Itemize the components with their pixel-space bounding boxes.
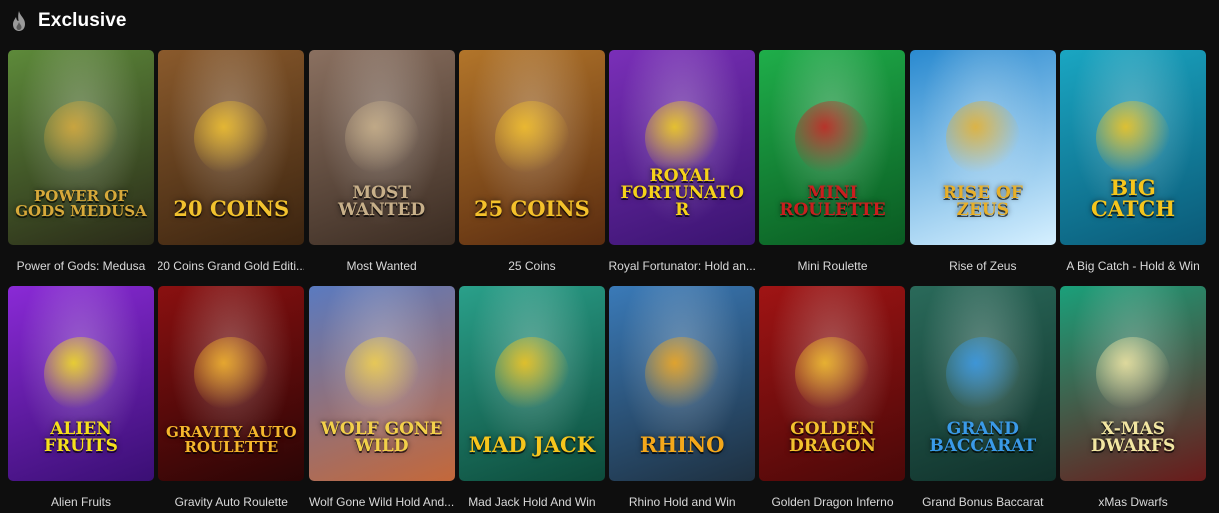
game-thumbnail[interactable]: POWER OF GODS MEDUSA (8, 50, 154, 245)
game-thumbnail[interactable]: GRAVITY AUTO ROULETTE (158, 286, 305, 481)
game-logo: ROYAL FORTUNATOR (620, 166, 744, 220)
game-title[interactable]: Gravity Auto Roulette (158, 481, 304, 513)
game-thumbnail[interactable]: 25 COINS (458, 50, 605, 245)
section-title: Exclusive (38, 10, 127, 31)
game-artwork (1096, 100, 1171, 175)
game-title[interactable]: xMas Dwarfs (1060, 481, 1206, 513)
game-artwork (44, 336, 118, 411)
game-thumbnail[interactable]: GOLDEN DRAGON (759, 286, 906, 481)
game-card[interactable]: GRAVITY AUTO ROULETTE Gravity Auto Roulet… (158, 286, 305, 513)
flame-icon (10, 10, 28, 32)
game-artwork (194, 100, 269, 175)
game-thumbnail[interactable]: RHINO (609, 286, 756, 481)
game-card[interactable]: MINI ROULETTE Mini Roulette (759, 50, 906, 286)
game-title[interactable]: 25 Coins (459, 245, 605, 286)
game-title[interactable]: Royal Fortunator: Hold an... (609, 245, 755, 286)
section-header: Exclusive (10, 8, 127, 34)
game-artwork (645, 336, 720, 411)
game-artwork (645, 100, 720, 175)
game-title[interactable]: Most Wanted (309, 245, 455, 286)
game-card[interactable]: ROYAL FORTUNATOR Royal Fortunator: Hold a… (609, 50, 756, 286)
game-title[interactable]: Golden Dragon Inferno (759, 481, 905, 513)
game-title[interactable]: Alien Fruits (8, 481, 154, 513)
game-card[interactable]: BIG CATCH A Big Catch - Hold & Win (1060, 50, 1207, 286)
game-card[interactable]: RHINO Rhino Hold and Win (609, 286, 756, 513)
game-card[interactable]: POWER OF GODS MEDUSA Power of Gods: Medus… (8, 50, 154, 286)
game-artwork (795, 336, 870, 411)
game-thumbnail[interactable]: 20 COINS (158, 50, 305, 245)
game-logo: RHINO (639, 432, 725, 457)
game-artwork (945, 336, 1020, 411)
game-thumbnail[interactable]: X-MAS DWARFS (1060, 286, 1207, 481)
game-logo: GOLDEN DRAGON (789, 419, 876, 456)
game-title[interactable]: Rise of Zeus (910, 245, 1056, 286)
game-title[interactable]: Mad Jack Hold And Win (459, 481, 605, 513)
game-logo: RISE OF ZEUS (942, 183, 1023, 220)
game-logo: MAD JACK (468, 432, 596, 457)
game-thumbnail[interactable]: GRAND BACCARAT (909, 286, 1056, 481)
game-title[interactable]: Rhino Hold and Win (609, 481, 755, 513)
exclusive-section: Exclusive POWER OF GODS MEDUSA Power of G… (0, 0, 1219, 513)
game-logo: ALIEN FRUITS (44, 419, 118, 456)
game-logo: 25 COINS (474, 196, 590, 221)
game-logo: GRAND BACCARAT (929, 419, 1037, 456)
game-thumbnail[interactable]: MOST WANTED (308, 50, 455, 245)
game-card[interactable]: RISE OF ZEUS Rise of Zeus (909, 50, 1056, 286)
game-artwork (44, 100, 118, 175)
game-title[interactable]: Power of Gods: Medusa (8, 245, 154, 286)
game-title[interactable]: 20 Coins Grand Gold Editi... (158, 245, 304, 286)
game-title[interactable]: A Big Catch - Hold & Win (1060, 245, 1206, 286)
game-artwork (344, 100, 419, 175)
game-logo: 20 COINS (173, 196, 290, 221)
game-artwork (494, 100, 569, 175)
game-card[interactable]: 25 COINS 25 Coins (458, 50, 605, 286)
game-thumbnail[interactable]: MINI ROULETTE (759, 50, 906, 245)
game-thumbnail[interactable]: WOLF GONE WILD (308, 286, 455, 481)
game-artwork (494, 336, 569, 411)
game-artwork (945, 100, 1020, 175)
game-logo: WOLF GONE WILD (320, 419, 443, 456)
game-card[interactable]: MOST WANTED Most Wanted (308, 50, 455, 286)
game-logo: MINI ROULETTE (779, 183, 886, 220)
game-card[interactable]: MAD JACK Mad Jack Hold And Win (458, 286, 605, 513)
game-artwork (344, 336, 419, 411)
game-artwork (1096, 336, 1171, 411)
game-card[interactable]: X-MAS DWARFS xMas Dwarfs (1060, 286, 1207, 513)
game-logo: GRAVITY AUTO ROULETTE (166, 423, 297, 456)
game-thumbnail[interactable]: ROYAL FORTUNATOR (609, 50, 756, 245)
game-artwork (795, 100, 870, 175)
game-card[interactable]: WOLF GONE WILD Wolf Gone Wild Hold And... (308, 286, 455, 513)
game-thumbnail[interactable]: RISE OF ZEUS (909, 50, 1056, 245)
game-title[interactable]: Grand Bonus Baccarat (910, 481, 1056, 513)
game-title[interactable]: Wolf Gone Wild Hold And... (309, 481, 455, 513)
game-thumbnail[interactable]: BIG CATCH (1060, 50, 1207, 245)
game-thumbnail[interactable]: MAD JACK (458, 286, 605, 481)
game-card[interactable]: GRAND BACCARAT Grand Bonus Baccarat (909, 286, 1056, 513)
game-logo: X-MAS DWARFS (1090, 419, 1176, 456)
game-thumbnail[interactable]: ALIEN FRUITS (8, 286, 154, 481)
game-card[interactable]: 20 COINS 20 Coins Grand Gold Editi... (158, 50, 305, 286)
game-logo: MOST WANTED (338, 183, 426, 220)
game-logo: POWER OF GODS MEDUSA (15, 187, 147, 220)
game-card[interactable]: GOLDEN DRAGON Golden Dragon Inferno (759, 286, 906, 513)
game-card[interactable]: ALIEN FRUITS Alien Fruits (8, 286, 154, 513)
game-artwork (194, 336, 269, 411)
games-grid: POWER OF GODS MEDUSA Power of Gods: Medus… (8, 50, 1207, 513)
game-title[interactable]: Mini Roulette (759, 245, 905, 286)
game-logo: BIG CATCH (1091, 175, 1176, 221)
